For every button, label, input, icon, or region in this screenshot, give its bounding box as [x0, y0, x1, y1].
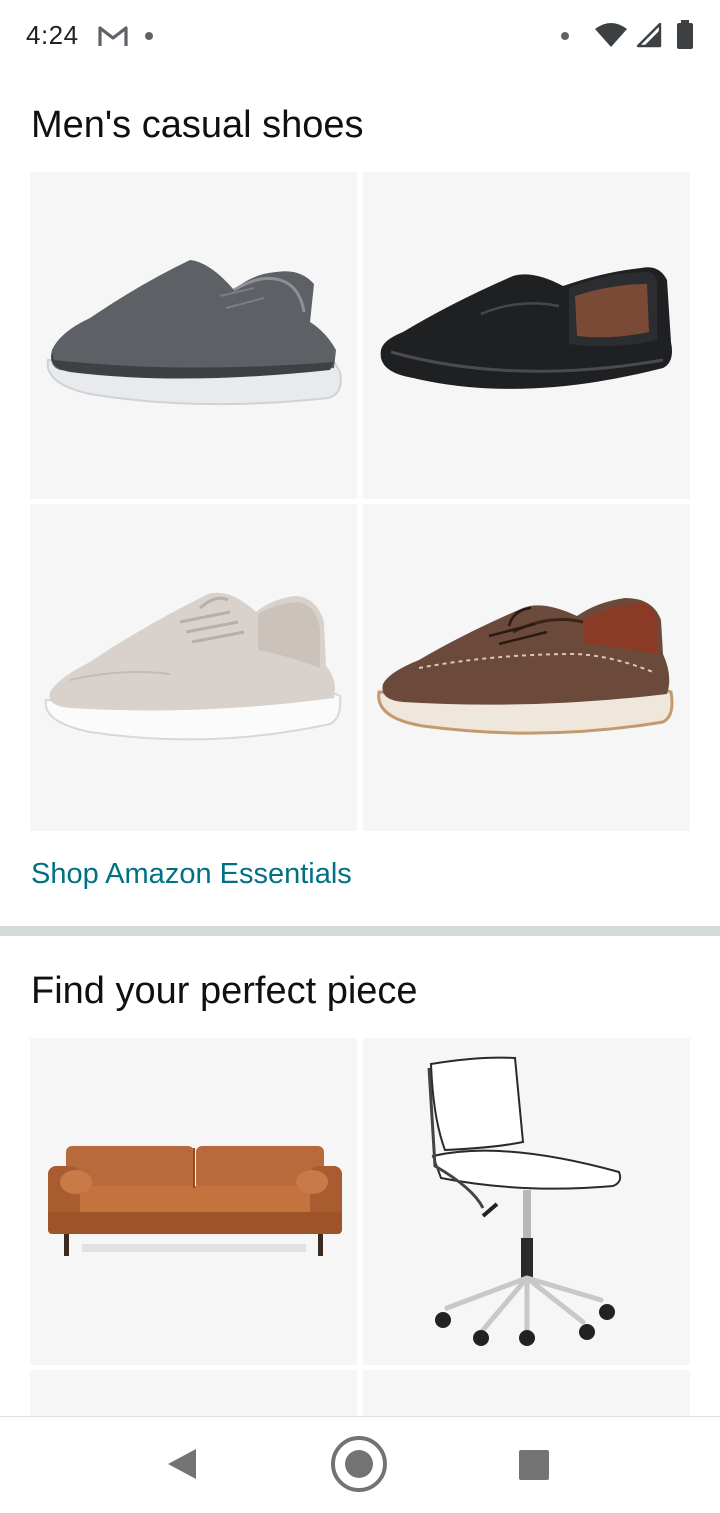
gmail-icon: [98, 26, 128, 46]
product-tile[interactable]: [30, 172, 357, 499]
brown-boat-shoe-image: [377, 598, 674, 735]
brown-leather-sofa-image: [48, 1146, 342, 1256]
recents-icon[interactable]: [518, 1449, 550, 1481]
gray-mesh-slip-on-shoe-image: [46, 260, 342, 406]
home-icon[interactable]: [330, 1435, 388, 1493]
shop-amazon-essentials-link[interactable]: Shop Amazon Essentials: [31, 858, 352, 891]
product-tile-partial[interactable]: [363, 1370, 690, 1416]
section-title: Find your perfect piece: [31, 970, 418, 1012]
product-tile[interactable]: [363, 1038, 690, 1365]
white-office-chair-image: [427, 1056, 622, 1346]
status-dot-icon: [561, 32, 569, 40]
battery-icon: [677, 20, 693, 49]
status-time: 4:24: [26, 20, 79, 50]
product-tile[interactable]: [363, 504, 690, 831]
black-leather-loafer-image: [380, 267, 672, 389]
wifi-icon: [595, 23, 627, 47]
section-divider: [0, 926, 720, 936]
back-icon[interactable]: [166, 1447, 198, 1481]
cellular-signal-icon: [636, 22, 662, 48]
product-tile[interactable]: [363, 172, 690, 499]
beige-canvas-sneaker-image: [44, 592, 342, 741]
system-navigation-bar: [0, 1416, 720, 1513]
product-tile[interactable]: [30, 1038, 357, 1365]
status-bar: 4:24: [0, 0, 720, 72]
product-tile-partial[interactable]: [30, 1370, 357, 1416]
product-tile[interactable]: [30, 504, 357, 831]
notification-dot-icon: [145, 32, 153, 40]
section-title: Men's casual shoes: [31, 104, 364, 146]
